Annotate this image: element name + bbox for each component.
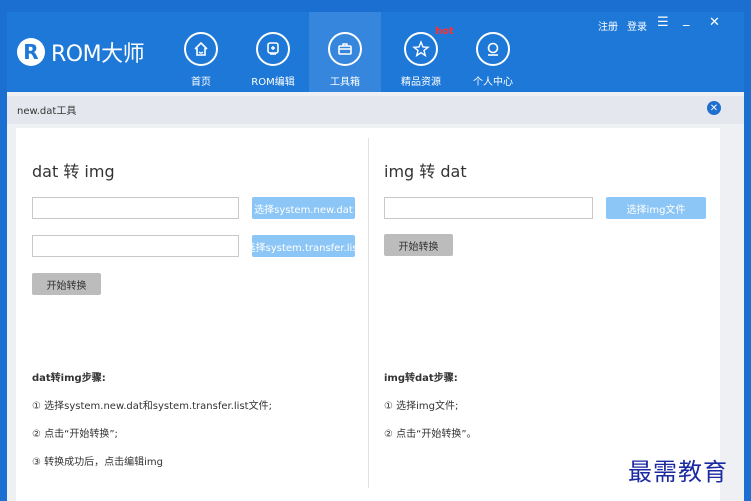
app-window: R ROM大师 首页 ROM编辑 工具箱 精品资源 hot 个人中心 注册 登录… (7, 12, 744, 501)
header-bar: R ROM大师 首页 ROM编辑 工具箱 精品资源 hot 个人中心 注册 登录… (7, 12, 744, 92)
star-icon (404, 32, 438, 66)
nav-label-resources: 精品资源 (401, 77, 441, 88)
login-link[interactable]: 登录 (627, 18, 647, 33)
close-tool-icon[interactable]: ✕ (707, 101, 721, 115)
dat2img-start-button[interactable]: 开始转换 (32, 273, 101, 295)
app-logo: R ROM大师 (17, 36, 145, 68)
nav-label-personal-center: 个人中心 (473, 77, 513, 88)
toolbox-icon (328, 32, 362, 66)
nav-label-toolbox: 工具箱 (330, 77, 360, 88)
logo-text: ROM大师 (51, 42, 145, 67)
nav-item-home[interactable]: 首页 (165, 12, 237, 92)
close-window-icon[interactable]: ✕ (709, 15, 720, 30)
dat2img-title: dat 转 img (32, 162, 115, 181)
img-path-input[interactable] (384, 197, 593, 219)
nav-label-rom-edit: ROM编辑 (251, 77, 295, 88)
minimize-icon[interactable]: _ (683, 12, 690, 27)
transfer-list-path-input[interactable] (32, 235, 239, 257)
img2dat-step: ① 选择img文件; (384, 401, 459, 412)
dat2img-step: ② 点击“开始转换”; (32, 429, 118, 440)
rom-edit-icon (256, 32, 290, 66)
home-icon (184, 32, 218, 66)
img2dat-start-button[interactable]: 开始转换 (384, 234, 453, 256)
tool-title-bar: new.dat工具 ✕ (7, 96, 744, 124)
tool-title: new.dat工具 (17, 106, 77, 117)
tool-panel: dat 转 img 选择system.new.dat 选择system.tran… (16, 128, 720, 501)
nav-label-home: 首页 (191, 77, 211, 88)
img2dat-steps-title: img转dat步骤: (384, 373, 458, 384)
new-dat-path-input[interactable] (32, 197, 239, 219)
select-new-dat-button[interactable]: 选择system.new.dat (252, 197, 355, 219)
user-icon (476, 32, 510, 66)
menu-icon[interactable]: ☰ (657, 15, 669, 30)
nav-item-rom-edit[interactable]: ROM编辑 (237, 12, 309, 92)
nav-item-resources[interactable]: 精品资源 (385, 12, 457, 92)
register-link[interactable]: 注册 (598, 18, 618, 33)
hot-badge: hot (435, 26, 454, 37)
img2dat-title: img 转 dat (384, 162, 467, 181)
dat2img-step: ③ 转换成功后，点击编辑img (32, 457, 164, 468)
pane-divider (368, 138, 369, 488)
logo-badge-icon: R (17, 38, 45, 66)
select-img-button[interactable]: 选择img文件 (606, 197, 706, 219)
nav-item-personal-center[interactable]: 个人中心 (457, 12, 529, 92)
dat2img-step: ① 选择system.new.dat和system.transfer.list文… (32, 401, 272, 412)
watermark: 最需教育 (628, 458, 728, 486)
select-transfer-list-button[interactable]: 选择system.transfer.list (246, 235, 361, 257)
img2dat-step: ② 点击“开始转换”。 (384, 429, 477, 440)
nav-item-toolbox[interactable]: 工具箱 (309, 12, 381, 92)
dat2img-steps-title: dat转img步骤: (32, 373, 106, 384)
